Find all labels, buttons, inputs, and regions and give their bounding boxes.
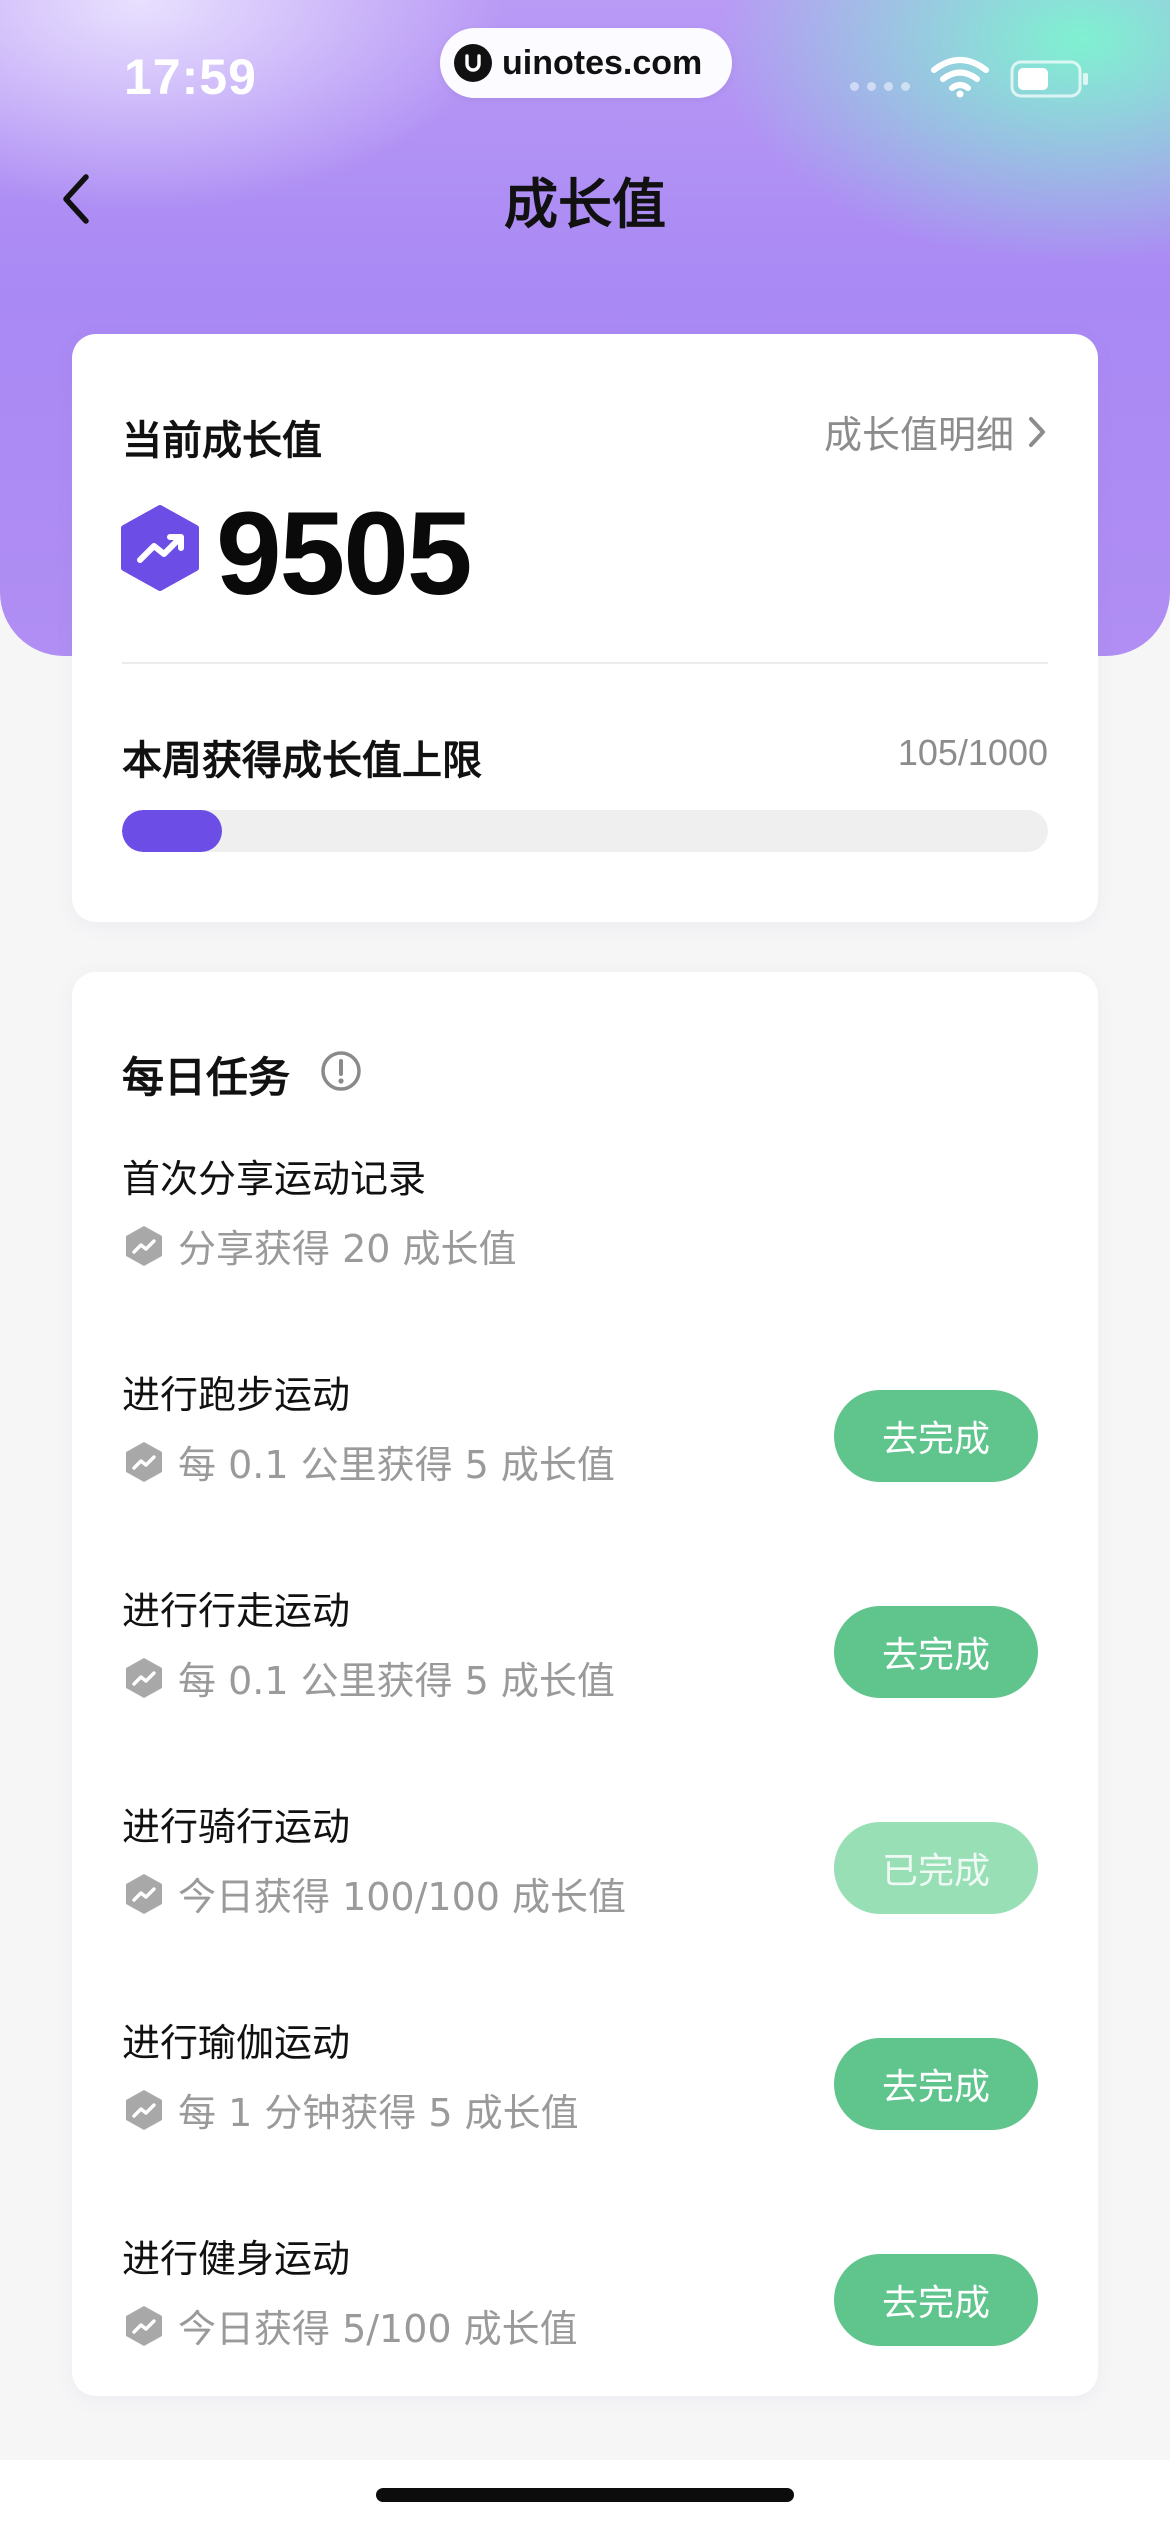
growth-badge-icon bbox=[126, 2089, 162, 2130]
task-reward-text: 每 0.1 公里获得 5 成长值 bbox=[178, 1659, 615, 1703]
task-name: 进行健身运动 bbox=[122, 2237, 351, 2281]
divider bbox=[122, 662, 1048, 664]
task-reward-text: 每 0.1 公里获得 5 成长值 bbox=[178, 1443, 615, 1487]
growth-badge-icon bbox=[126, 1873, 162, 1914]
growth-value-page: 17:59 uinotes.com 成长值 当前成长值 成长值明细 9505 本… bbox=[0, 0, 1170, 2532]
home-indicator[interactable] bbox=[376, 2488, 794, 2502]
go-complete-button[interactable]: 去完成 bbox=[834, 2254, 1038, 2346]
growth-detail-label: 成长值明细 bbox=[823, 413, 1014, 457]
go-complete-button[interactable]: 去完成 bbox=[834, 1390, 1038, 1482]
battery-icon bbox=[1010, 60, 1088, 98]
task-reward: 今日获得 100/100 成长值 bbox=[122, 1866, 626, 1921]
status-time: 17:59 bbox=[124, 49, 257, 105]
chevron-right-icon bbox=[1029, 416, 1045, 447]
task-reward-text: 今日获得 100/100 成长值 bbox=[178, 1875, 627, 1919]
uinotes-logo-icon bbox=[454, 44, 492, 82]
signal-dots-icon bbox=[850, 82, 910, 91]
task-reward: 今日获得 5/100 成长值 bbox=[122, 2298, 578, 2353]
growth-value: 9505 bbox=[216, 488, 473, 620]
task-reward: 每 0.1 公里获得 5 成长值 bbox=[122, 1434, 615, 1489]
task-reward: 分享获得 20 成长值 bbox=[122, 1218, 517, 1273]
daily-tasks-title: 每日任务 bbox=[122, 1053, 291, 1102]
task-name: 进行瑜伽运动 bbox=[122, 2021, 351, 2065]
growth-summary-card: 当前成长值 成长值明细 9505 本周获得成长值上限 105/1000 bbox=[72, 334, 1098, 922]
task-reward-text: 今日获得 5/100 成长值 bbox=[178, 2307, 578, 2351]
daily-tasks-card: 每日任务 首次分享运动记录 分享获得 20 成长值 进行跑步运动 每 0.1 公… bbox=[72, 972, 1098, 2396]
task-item-walking: 进行行走运动 每 0.1 公里获得 5 成长值 去完成 bbox=[122, 1580, 1048, 1740]
page-title: 成长值 bbox=[504, 173, 666, 236]
completed-button: 已完成 bbox=[834, 1822, 1038, 1914]
go-complete-button[interactable]: 去完成 bbox=[834, 1606, 1038, 1698]
task-name: 进行骑行运动 bbox=[122, 1805, 351, 1849]
task-item-running: 进行跑步运动 每 0.1 公里获得 5 成长值 去完成 bbox=[122, 1364, 1048, 1524]
task-name: 进行行走运动 bbox=[122, 1589, 351, 1633]
growth-detail-link[interactable]: 成长值明细 bbox=[824, 404, 1048, 459]
task-item-cycling: 进行骑行运动 今日获得 100/100 成长值 已完成 bbox=[122, 1796, 1048, 1956]
growth-badge-icon bbox=[126, 1441, 162, 1482]
growth-badge-icon bbox=[126, 2305, 162, 2346]
growth-badge-icon bbox=[121, 505, 199, 591]
task-item-fitness: 进行健身运动 今日获得 5/100 成长值 去完成 bbox=[122, 2228, 1048, 2388]
weekly-limit-count: 105/1000 bbox=[897, 732, 1048, 773]
weekly-limit-label: 本周获得成长值上限 bbox=[122, 738, 482, 784]
url-badge: uinotes.com bbox=[440, 28, 732, 98]
task-reward-text: 分享获得 20 成长值 bbox=[178, 1227, 517, 1271]
task-item-share: 首次分享运动记录 分享获得 20 成长值 bbox=[122, 1148, 1048, 1308]
weekly-progress-fill bbox=[122, 810, 222, 852]
task-item-yoga: 进行瑜伽运动 每 1 分钟获得 5 成长值 去完成 bbox=[122, 2012, 1048, 2172]
wifi-icon bbox=[931, 57, 989, 98]
weekly-progress-bar bbox=[122, 810, 1048, 852]
task-reward: 每 0.1 公里获得 5 成长值 bbox=[122, 1650, 615, 1705]
task-name: 进行跑步运动 bbox=[122, 1373, 351, 1417]
url-text: uinotes.com bbox=[502, 43, 703, 82]
task-reward: 每 1 分钟获得 5 成长值 bbox=[122, 2082, 579, 2137]
go-complete-button[interactable]: 去完成 bbox=[834, 2038, 1038, 2130]
growth-badge-icon bbox=[126, 1225, 162, 1266]
task-name: 首次分享运动记录 bbox=[122, 1157, 427, 1201]
current-growth-label: 当前成长值 bbox=[122, 418, 322, 464]
growth-badge-icon bbox=[126, 1657, 162, 1698]
task-reward-text: 每 1 分钟获得 5 成长值 bbox=[178, 2091, 579, 2135]
info-icon[interactable] bbox=[320, 1050, 362, 1092]
